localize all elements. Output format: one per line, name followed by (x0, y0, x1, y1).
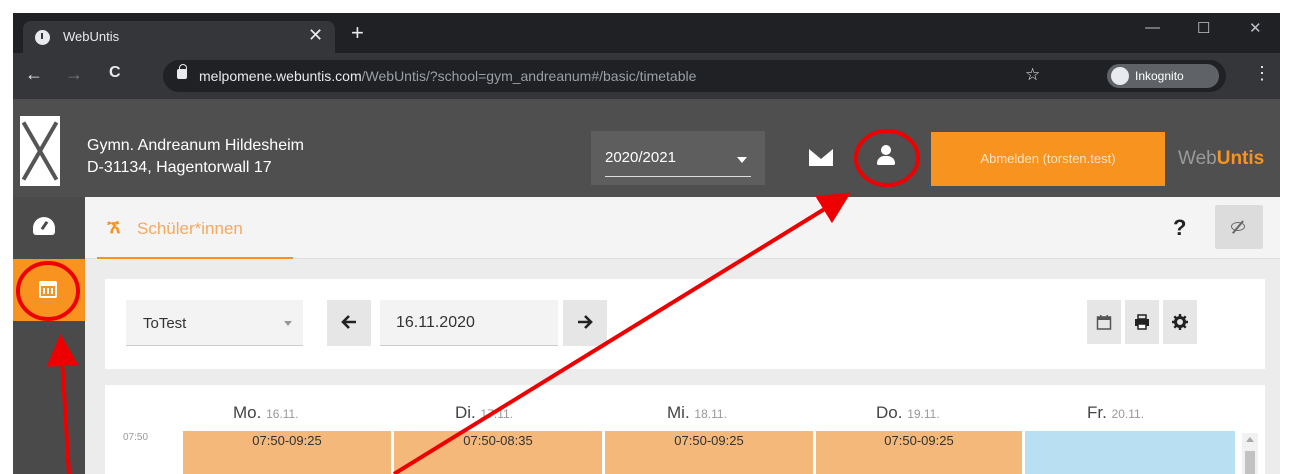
new-tab-button[interactable]: + (351, 22, 364, 44)
webuntis-favicon-icon (35, 30, 50, 45)
date-field[interactable]: 16.11.2020 (380, 300, 558, 346)
app-header: Gymn. Andreanum Hildesheim D-31134, Hage… (13, 99, 1280, 197)
browser-menu-icon[interactable]: ⋮ (1253, 64, 1271, 82)
calendar-picker-button[interactable] (1087, 300, 1121, 344)
nav-timetable[interactable] (13, 259, 85, 321)
tab-students-label: Schüler*innen (137, 219, 243, 238)
chevron-down-icon (737, 157, 747, 163)
next-week-button[interactable] (563, 300, 607, 346)
student-icon: ኧ (107, 217, 121, 237)
scroll-thumb[interactable] (1245, 451, 1255, 474)
print-icon (1135, 314, 1149, 330)
logout-button[interactable]: Abmelden (torsten.test) (931, 132, 1165, 186)
reload-button[interactable]: C (109, 64, 121, 82)
timetable-scrollbar[interactable] (1242, 433, 1258, 474)
day-header-tue: Di. 17.11. (455, 403, 513, 422)
minimize-button[interactable]: — (1145, 19, 1160, 36)
incognito-label: Inkognito (1135, 69, 1184, 83)
school-info: Gymn. Andreanum Hildesheim D-31134, Hage… (87, 135, 304, 179)
brand-web: Web (1178, 148, 1217, 169)
screenshot-frame: WebUntis ✕ + — ☐ ✕ ← → C melpomene.webun… (0, 0, 1289, 474)
sub-header: ኧ Schüler*innen ? (85, 197, 1280, 259)
url-path: /WebUntis/?school=gym_andreanum#/basic/t… (361, 68, 697, 84)
browser-tab-strip: WebUntis ✕ + — ☐ ✕ (13, 13, 1280, 53)
left-nav (13, 197, 85, 474)
timetable-grid: Mo. 16.11. Di. 17.11. Mi. 18.11. Do. 19.… (105, 385, 1265, 474)
tab-close-icon[interactable]: ✕ (308, 25, 323, 46)
help-button[interactable]: ? (1173, 215, 1186, 241)
visibility-toggle-button[interactable] (1215, 205, 1263, 249)
bookmark-star-icon[interactable]: ☆ (1025, 65, 1040, 85)
previous-week-button[interactable] (327, 300, 371, 346)
lesson-block-mon[interactable]: 07:50-09:25 (183, 431, 391, 474)
incognito-badge[interactable]: Inkognito (1107, 64, 1219, 88)
forward-button[interactable]: → (65, 64, 83, 85)
tab-students[interactable]: ኧ Schüler*innen (97, 197, 293, 259)
day-header-fri: Fr. 20.11. (1087, 403, 1145, 422)
url-text: melpomene.webuntis.com/WebUntis/?school=… (199, 68, 696, 84)
school-logo (20, 116, 60, 186)
url-host: melpomene.webuntis.com (199, 68, 362, 84)
tab-title: WebUntis (63, 29, 120, 44)
mail-icon[interactable] (809, 149, 833, 166)
dashboard-gauge-icon (33, 217, 55, 235)
timetable-toolbar: ToTest 16.11.2020 (105, 279, 1265, 369)
back-button[interactable]: ← (25, 64, 43, 85)
incognito-icon (1111, 67, 1129, 85)
arrow-left-icon (341, 315, 356, 329)
browser-toolbar: ← → C melpomene.webuntis.com/WebUntis/?s… (13, 53, 1280, 99)
maximize-button[interactable]: ☐ (1197, 19, 1210, 37)
lesson-block-fri[interactable] (1025, 431, 1235, 474)
user-profile-icon[interactable] (876, 145, 896, 165)
time-label: 07:50 (123, 432, 149, 443)
settings-button[interactable] (1163, 300, 1197, 344)
gear-icon (1172, 314, 1188, 330)
calendar-icon (39, 281, 57, 298)
print-button[interactable] (1125, 300, 1159, 344)
day-header-wed: Mi. 18.11. (667, 403, 727, 422)
day-header-thu: Do. 19.11. (876, 403, 940, 422)
school-year-select[interactable]: 2020/2021 (591, 131, 765, 185)
class-select[interactable]: ToTest (126, 300, 303, 346)
lesson-block-thu[interactable]: 07:50-09:25 (816, 431, 1022, 474)
calendar-icon (1096, 315, 1112, 330)
day-header-mon: Mo. 16.11. (233, 403, 299, 422)
school-year-value: 2020/2021 (605, 149, 676, 166)
nav-dashboard[interactable] (13, 197, 85, 259)
window-close-button[interactable]: ✕ (1249, 19, 1262, 37)
main-content: ኧ Schüler*innen ? ToTest 16.11.2020 Mo. … (85, 197, 1280, 474)
arrow-right-icon (578, 315, 593, 329)
school-name: Gymn. Andreanum Hildesheim (87, 137, 304, 154)
date-value: 16.11.2020 (396, 314, 475, 331)
lesson-block-tue[interactable]: 07:50-08:35 (394, 431, 602, 474)
school-address: D-31134, Hagentorwall 17 (87, 159, 272, 176)
class-select-value: ToTest (143, 315, 187, 332)
browser-tab[interactable]: WebUntis ✕ (23, 21, 335, 53)
scroll-up-icon[interactable] (1246, 437, 1254, 442)
webuntis-brand: WebUntis (1178, 148, 1264, 170)
chevron-down-icon (284, 321, 292, 326)
lesson-block-wed[interactable]: 07:50-09:25 (605, 431, 813, 474)
brand-untis: Untis (1216, 148, 1265, 169)
address-bar[interactable]: melpomene.webuntis.com/WebUntis/?school=… (163, 60, 1226, 92)
lock-icon (177, 64, 187, 79)
